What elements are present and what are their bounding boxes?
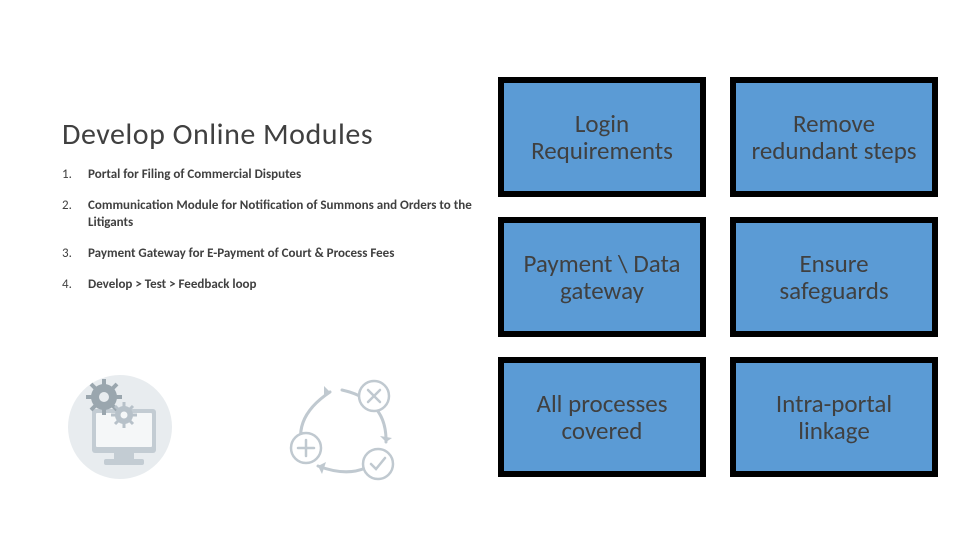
feedback-loop-icon — [282, 370, 412, 490]
tile-label: Remove redundant steps — [746, 110, 922, 165]
tile-label: Login Requirements — [514, 110, 690, 165]
tile-grid: Login Requirements Remove redundant step… — [498, 77, 938, 477]
tile-label: Ensure safeguards — [746, 250, 922, 305]
left-column: Develop Online Modules Portal for Filing… — [62, 116, 472, 307]
monitor-gear-icon — [62, 375, 182, 485]
tile-all-processes-covered: All processes covered — [498, 357, 706, 477]
page-title: Develop Online Modules — [62, 116, 472, 153]
tile-inner: Intra-portal linkage — [736, 363, 932, 471]
illustration-row — [62, 370, 472, 490]
module-list: Portal for Filing of Commercial Disputes… — [62, 167, 472, 293]
list-item: Portal for Filing of Commercial Disputes — [62, 167, 472, 184]
tile-remove-redundant-steps: Remove redundant steps — [730, 77, 938, 197]
tile-ensure-safeguards: Ensure safeguards — [730, 217, 938, 337]
tile-inner: Payment \ Data gateway — [504, 223, 700, 331]
tile-inner: Remove redundant steps — [736, 83, 932, 191]
tile-intra-portal-linkage: Intra-portal linkage — [730, 357, 938, 477]
tile-inner: Ensure safeguards — [736, 223, 932, 331]
list-item: Communication Module for Notification of… — [62, 198, 472, 232]
tile-payment-data-gateway: Payment \ Data gateway — [498, 217, 706, 337]
tile-label: All processes covered — [514, 390, 690, 445]
list-item: Develop > Test > Feedback loop — [62, 277, 472, 294]
tile-inner: All processes covered — [504, 363, 700, 471]
list-item: Payment Gateway for E-Payment of Court &… — [62, 246, 472, 263]
tile-inner: Login Requirements — [504, 83, 700, 191]
tile-login-requirements: Login Requirements — [498, 77, 706, 197]
tile-label: Intra-portal linkage — [746, 390, 922, 445]
tile-label: Payment \ Data gateway — [514, 250, 690, 305]
